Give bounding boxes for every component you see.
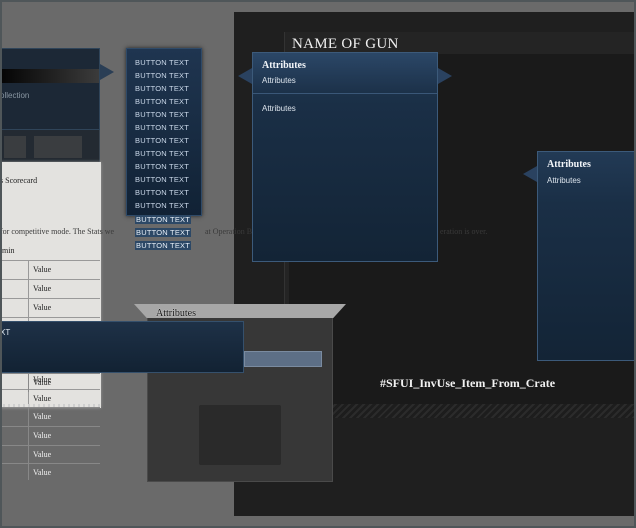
attributes-dialog-preview-box bbox=[199, 405, 281, 465]
left-tab[interactable] bbox=[4, 136, 26, 158]
right-attributes-tooltip: Attributes Attributes bbox=[537, 151, 636, 361]
attributes-tooltip-body: Attributes bbox=[262, 104, 296, 113]
scorecard-min-label: min bbox=[2, 246, 15, 255]
list-button[interactable]: BUTTON TEXT bbox=[135, 71, 189, 80]
attributes-tooltip-title: Attributes bbox=[262, 60, 306, 71]
list-button[interactable]: BUTTON TEXT bbox=[135, 123, 189, 132]
right-tooltip-arrow-icon bbox=[523, 166, 537, 182]
scorecard-note-end: eration is over. bbox=[440, 227, 488, 236]
list-button[interactable]: BUTTON TEXT bbox=[135, 162, 189, 171]
scorecard-title: s Scorecard bbox=[0, 176, 38, 185]
list-button[interactable]: BUTTON TEXT bbox=[135, 84, 189, 93]
table-row: Value bbox=[0, 298, 100, 318]
gun-name-title: NAME OF GUN bbox=[292, 36, 399, 52]
list-button[interactable]: BUTTON TEXT bbox=[135, 201, 189, 210]
list-button[interactable]: BUTTON TEXT bbox=[135, 97, 189, 106]
attributes-dialog-input[interactable] bbox=[244, 351, 322, 367]
table-row: Value bbox=[0, 373, 100, 392]
table-row: Value bbox=[0, 407, 100, 426]
tooltip-arrow-right-icon bbox=[438, 68, 452, 84]
table-row: Value bbox=[0, 463, 100, 480]
list-button[interactable]: BUTTON TEXT bbox=[135, 188, 189, 197]
list-button[interactable]: BUTTON TEXT bbox=[135, 149, 189, 158]
list-button[interactable]: BUTTON TEXT bbox=[135, 136, 189, 145]
left-collection-window: ollection bbox=[0, 48, 100, 130]
left-tab[interactable] bbox=[34, 136, 82, 158]
left-window-bar bbox=[0, 69, 99, 83]
list-button[interactable]: BUTTON TEXT bbox=[135, 58, 189, 67]
attributes-dialog-title: Attributes bbox=[156, 308, 196, 319]
list-button[interactable]: BUTTON TEXT bbox=[135, 228, 192, 237]
tooltip-arrow-left-icon bbox=[238, 68, 252, 84]
list-button[interactable]: BUTTON TEXT bbox=[135, 175, 189, 184]
table-row: Value bbox=[0, 260, 100, 280]
right-tooltip-title: Attributes bbox=[547, 159, 591, 170]
left-window-tabbar bbox=[0, 130, 100, 162]
table-row: Value bbox=[0, 279, 100, 299]
list-button[interactable]: BUTTON TEXT bbox=[135, 110, 189, 119]
attributes-tooltip: Attributes Attributes Attributes bbox=[252, 52, 438, 262]
scorecard-note: for competitive mode. The Stats we bbox=[0, 227, 115, 236]
scorecard-note-middle: at Operation B bbox=[205, 227, 253, 236]
right-tooltip-subtitle: Attributes bbox=[547, 176, 581, 185]
attributes-tooltip-subtitle: Attributes bbox=[262, 76, 296, 85]
left-window-label: ollection bbox=[0, 91, 30, 100]
wide-tooltip: XT bbox=[0, 321, 244, 373]
list-button[interactable]: BUTTON TEXT bbox=[135, 215, 192, 224]
list-button[interactable]: BUTTON TEXT bbox=[135, 241, 192, 250]
table-row: Value bbox=[0, 445, 100, 464]
panel-stripe-footer bbox=[285, 404, 636, 418]
wide-tooltip-label: XT bbox=[0, 328, 11, 337]
table-row: Value bbox=[0, 426, 100, 445]
use-item-from-crate-label: #SFUI_InvUse_Item_From_Crate bbox=[380, 376, 556, 390]
left-window-arrow-icon bbox=[100, 64, 114, 80]
